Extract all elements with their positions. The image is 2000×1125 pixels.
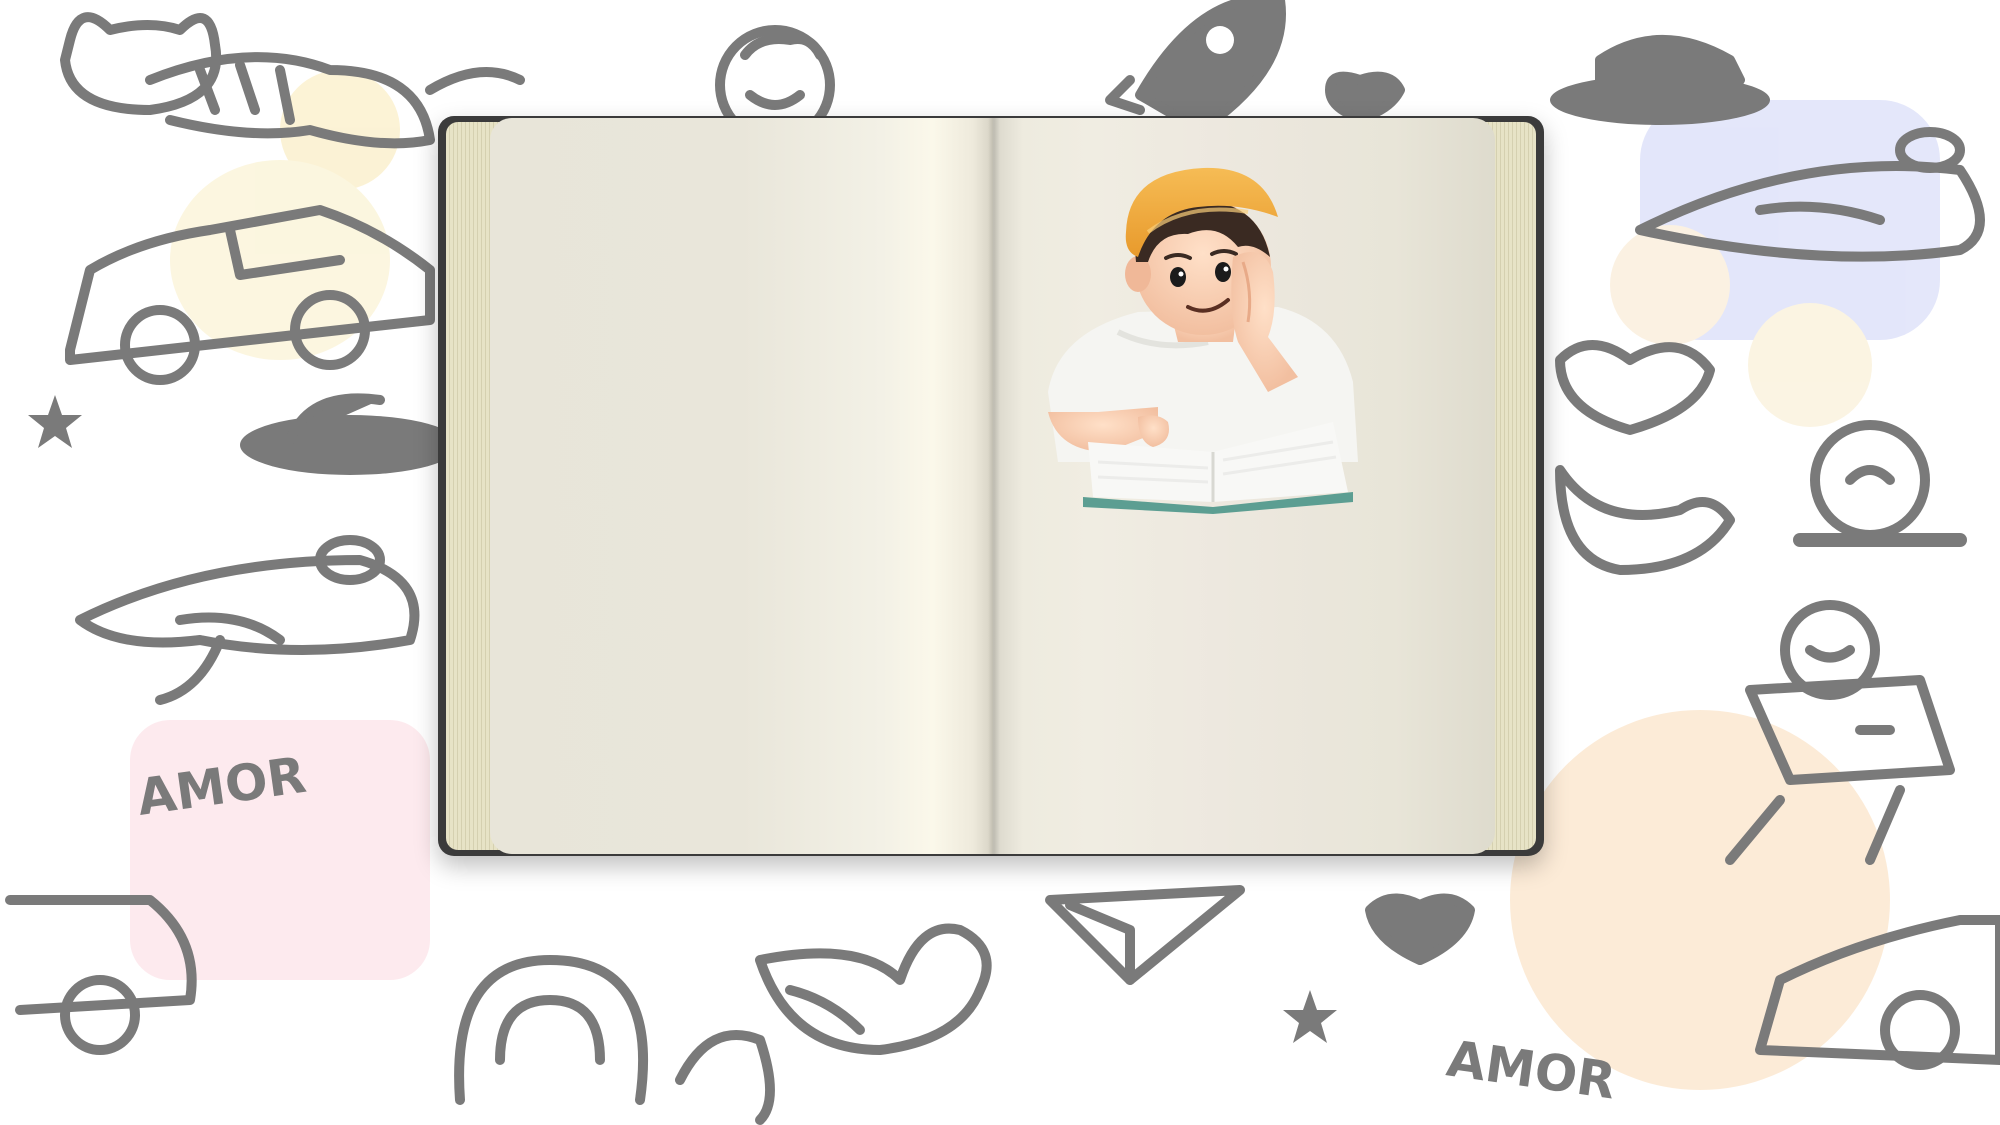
toy-ball-blob	[1748, 303, 1872, 427]
duck-doodle	[1555, 465, 1735, 575]
star-doodle	[28, 395, 82, 448]
heart-outline-doodle	[1555, 340, 1715, 435]
paper-plane-doodle	[1045, 885, 1245, 985]
duck-doodle	[755, 923, 992, 1055]
toy-drum-blob	[1510, 710, 1890, 1090]
eye	[1170, 267, 1186, 287]
plane-doodle	[75, 535, 420, 705]
heart-doodle	[1325, 71, 1405, 123]
snail-doodle	[1793, 420, 1967, 547]
hat-doodle	[1550, 35, 1770, 125]
boy-reading-illustration	[1048, 167, 1358, 514]
left-page	[490, 118, 993, 854]
eye	[1215, 262, 1231, 282]
hat-doodle	[240, 393, 460, 475]
rocket-doodle	[1105, 0, 1286, 135]
book-gutter	[988, 118, 1000, 854]
magnet-doodle	[454, 955, 775, 1125]
heart-doodle	[1365, 893, 1475, 965]
star-doodle	[1283, 990, 1337, 1043]
